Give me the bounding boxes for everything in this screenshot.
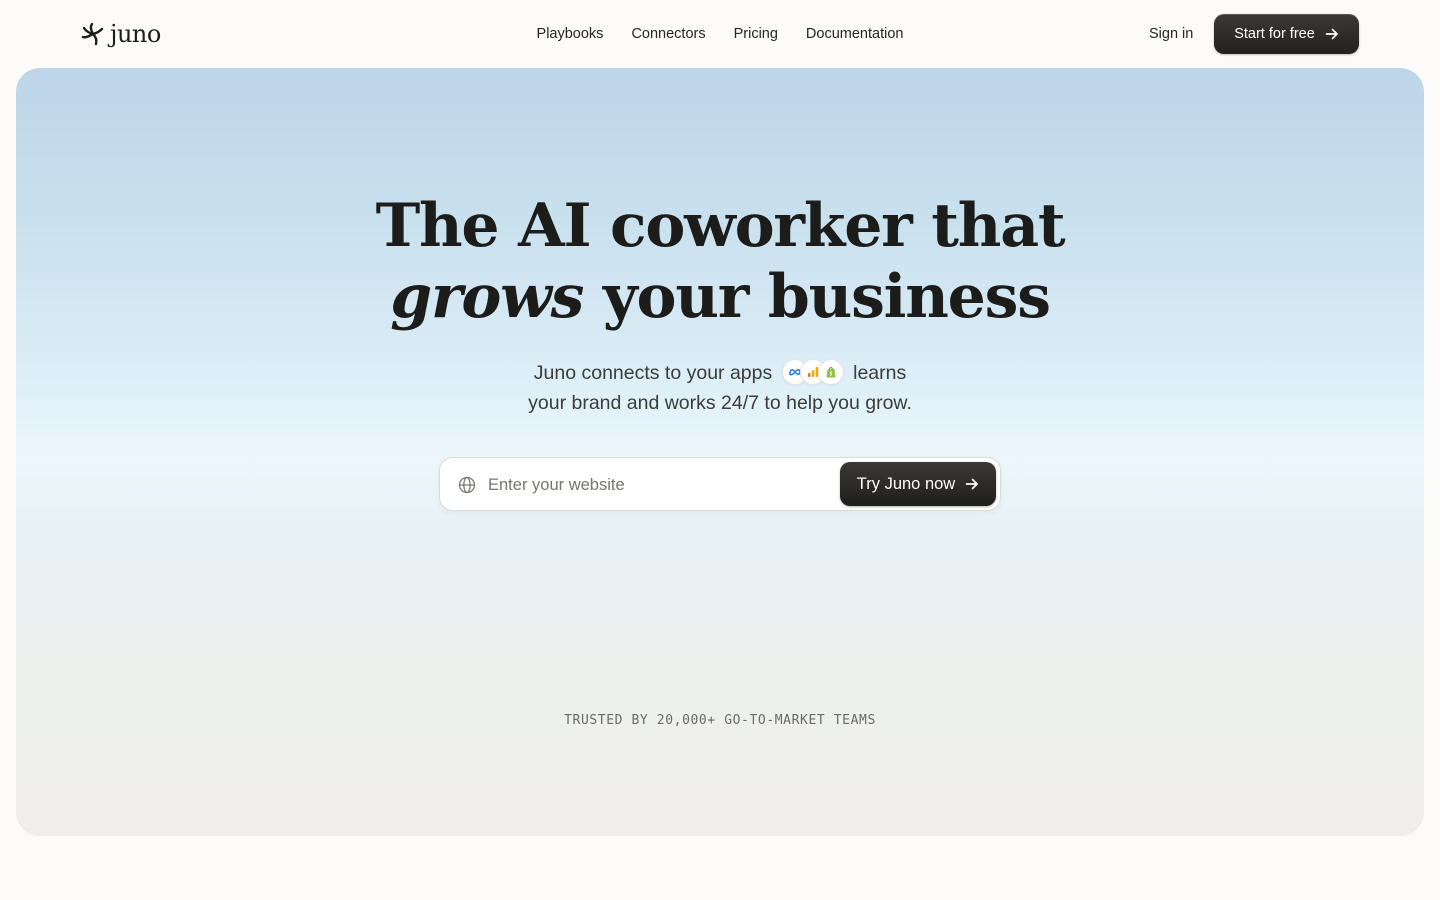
hero-headline: The AI coworker that grows your business (16, 191, 1424, 333)
try-juno-button[interactable]: Try Juno now (840, 462, 996, 506)
hero-subtitle: Juno connects to your apps learns your b… (16, 358, 1424, 418)
logo[interactable]: juno (80, 19, 161, 49)
website-form: Try Juno now (439, 457, 1001, 511)
top-navbar: juno Playbooks Connectors Pricing Docume… (0, 0, 1440, 68)
arrow-right-icon (965, 478, 979, 490)
shopify-icon (817, 358, 844, 385)
subtitle-part-1: Juno connects to your apps (533, 362, 773, 384)
main-nav: Playbooks Connectors Pricing Documentati… (520, 24, 920, 44)
try-juno-label: Try Juno now (856, 474, 956, 493)
hero-section: The AI coworker that grows your business… (16, 68, 1424, 836)
nav-pricing[interactable]: Pricing (734, 24, 778, 44)
globe-icon (458, 476, 476, 494)
nav-playbooks[interactable]: Playbooks (537, 24, 604, 44)
website-input[interactable] (488, 470, 828, 500)
headline-line-1: The AI coworker that (375, 191, 1066, 261)
headline-line-2: your business (583, 262, 1051, 332)
headline-accent: grows (390, 262, 584, 332)
subtitle-part-2: learns (853, 362, 907, 384)
arrow-right-icon (1325, 28, 1338, 40)
nav-documentation[interactable]: Documentation (806, 24, 904, 44)
app-icons-group (781, 358, 844, 385)
start-for-free-label: Start for free (1234, 26, 1315, 42)
nav-connectors[interactable]: Connectors (631, 24, 705, 44)
juno-logo-icon (81, 22, 104, 46)
sign-in-link[interactable]: Sign in (1149, 24, 1193, 44)
subtitle-line-2: your brand and works 24/7 to help you gr… (528, 392, 912, 414)
start-for-free-button[interactable]: Start for free (1214, 14, 1359, 54)
trusted-by-text: TRUSTED BY 20,000+ GO-TO-MARKET TEAMS (564, 713, 876, 728)
brand-name: juno (110, 20, 161, 48)
